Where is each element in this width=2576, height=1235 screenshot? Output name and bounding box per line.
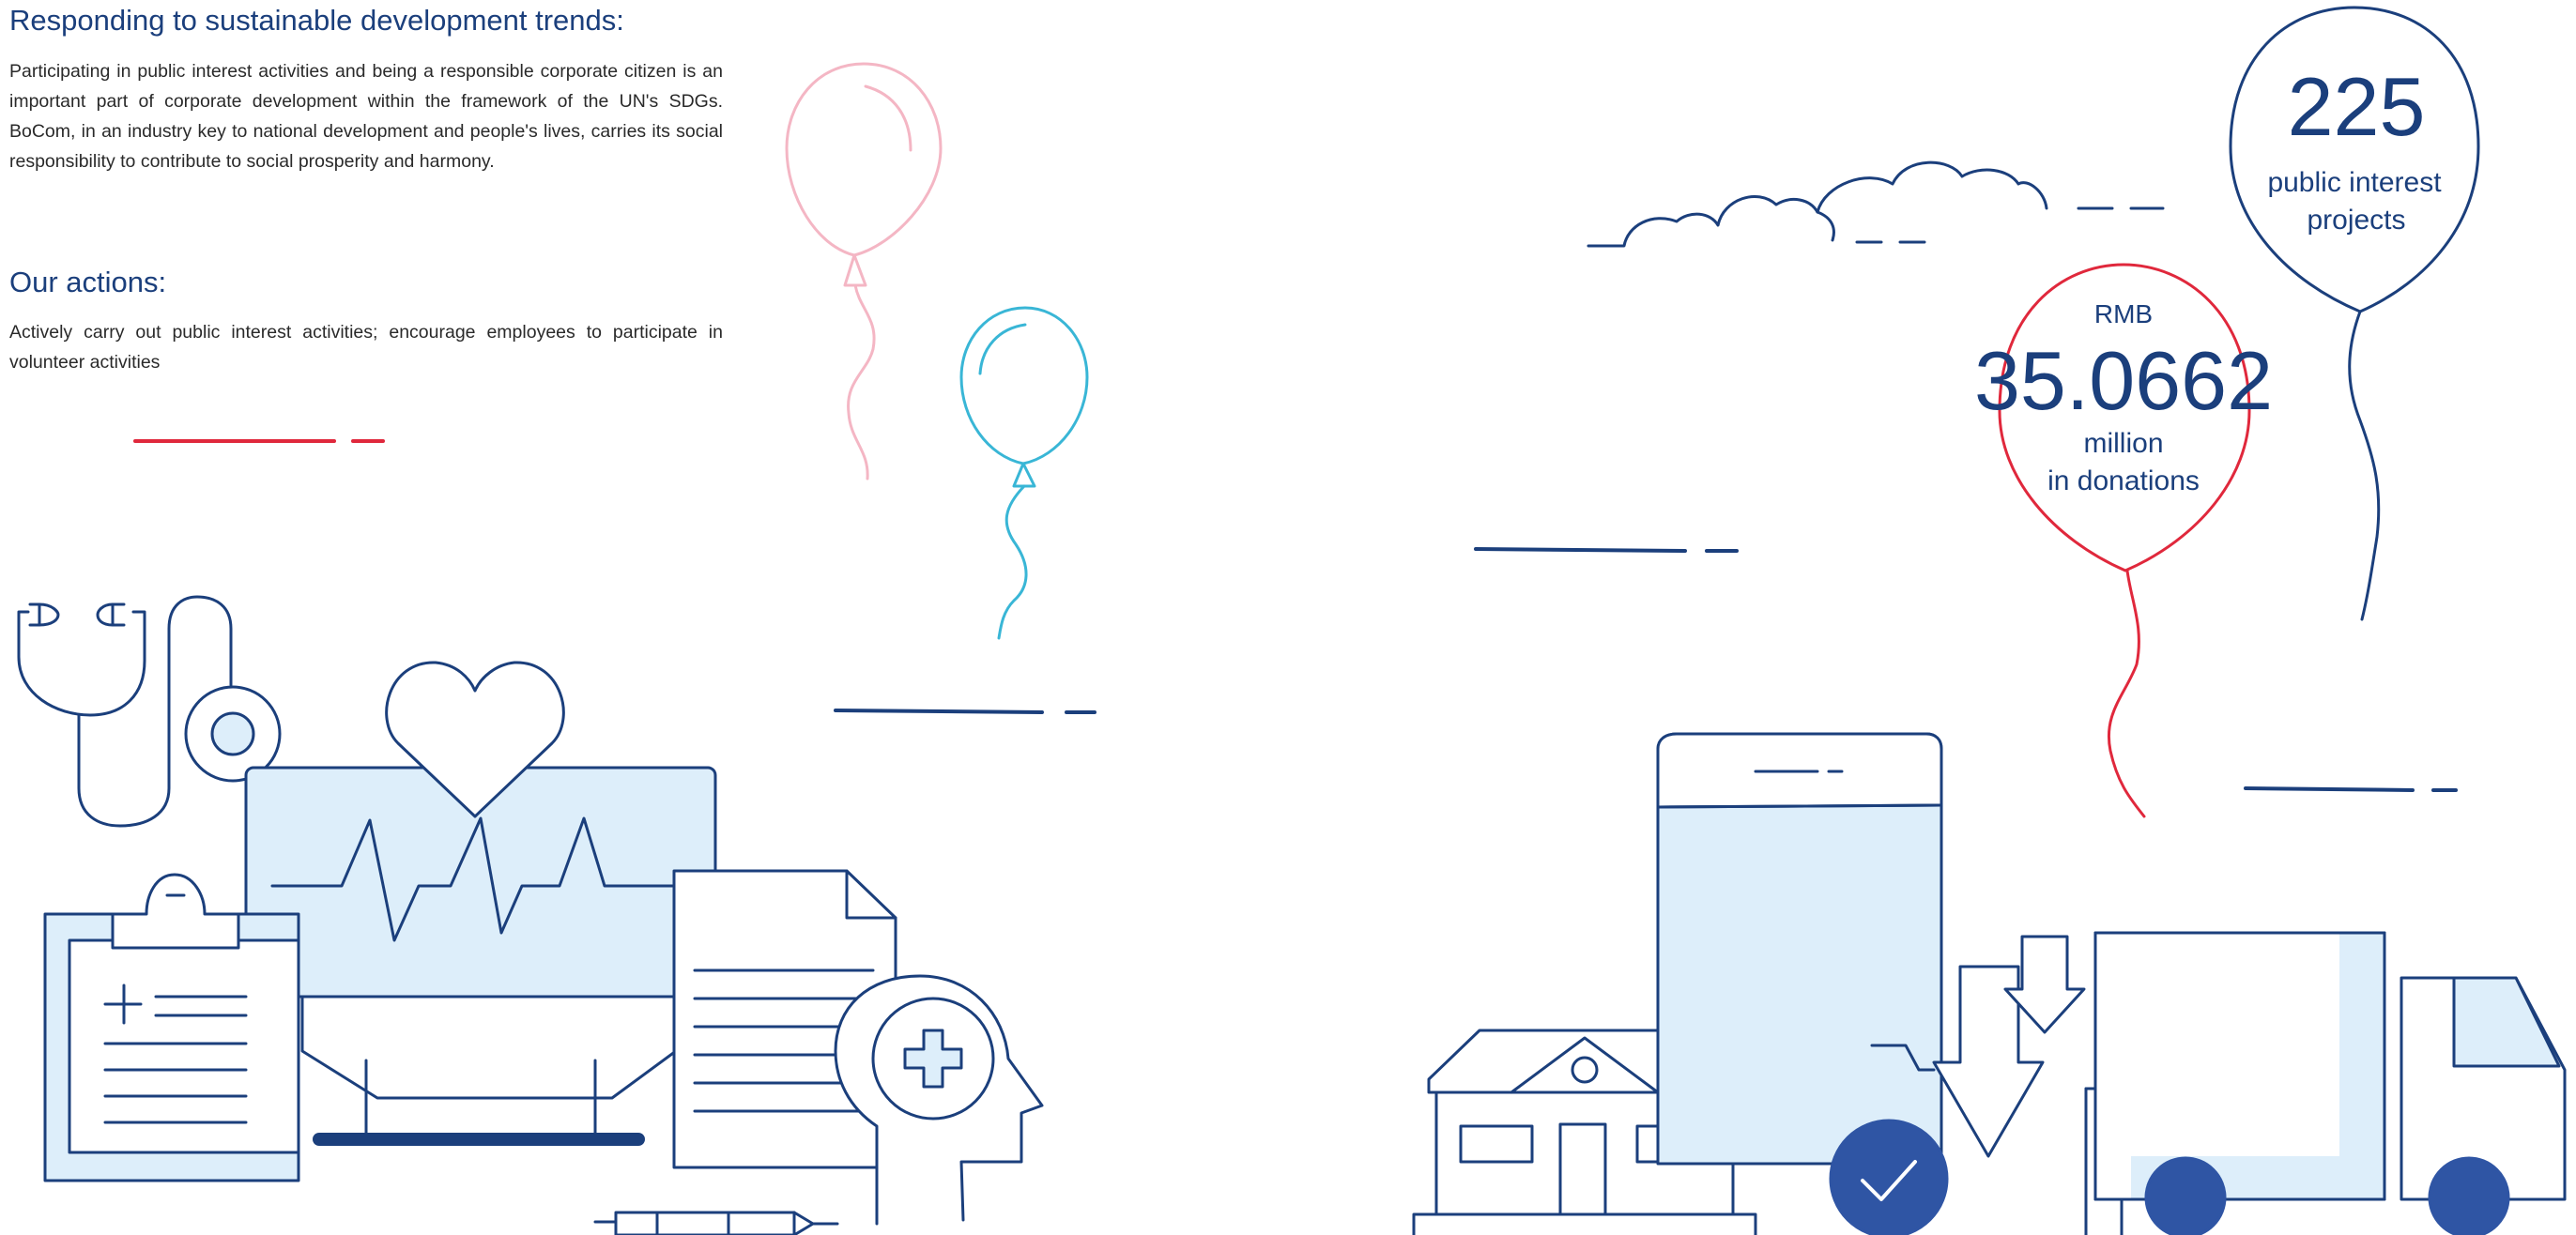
clipboard-icon	[43, 873, 300, 1182]
heart-monitor-icon	[244, 766, 717, 1146]
projects-stat: 225 public interest projects	[2267, 60, 2442, 236]
checkmark-icon	[1829, 1119, 1949, 1235]
delivery-truck-icon	[2093, 931, 2567, 1235]
balloon-icon	[959, 306, 1089, 640]
navy-dash-decoration	[834, 547, 2458, 792]
head-medical-cross-icon	[834, 974, 1044, 1226]
cloud-icon	[1587, 160, 2165, 248]
donations-label-line1: million	[2083, 428, 2163, 459]
syringe-icon	[593, 1211, 839, 1235]
donations-label-line2: in donations	[2047, 465, 2200, 496]
donations-unit: RMB	[2094, 299, 2153, 328]
donations-value: 35.0662	[1974, 334, 2273, 427]
projects-label-line2: projects	[2307, 205, 2405, 236]
projects-value: 225	[2288, 60, 2426, 153]
smartphone-icon	[1656, 732, 1943, 1166]
illustration-canvas: 225 public interest projects RMB 35.0662…	[17, 6, 2567, 1235]
projects-label-line1: public interest	[2267, 167, 2442, 198]
stethoscope-icon	[17, 595, 282, 828]
balloon-icon	[785, 62, 943, 480]
